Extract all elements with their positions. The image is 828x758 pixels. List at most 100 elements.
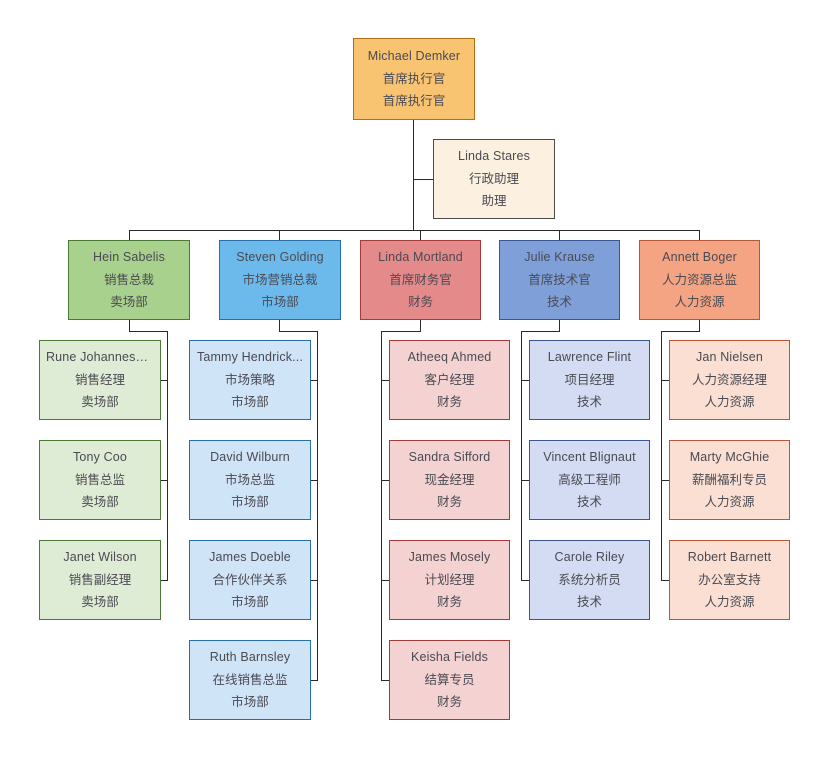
node-report-sales-3[interactable]: Janet Wilson 销售副经理 卖场部 [39,540,161,620]
connector-tech-head-elbow [521,331,560,332]
connector-ceo-spine [413,120,414,230]
node-report-hr-3[interactable]: Robert Barnett 办公室支持 人力资源 [669,540,790,620]
connector-finance-spine [381,331,382,681]
connector-marketing-spine [317,331,318,681]
node-department: 财务 [436,395,462,410]
connector-hr-head-elbow [661,331,700,332]
connector-marketing-stub-3 [310,580,318,581]
connector-assistant-stub [413,179,433,180]
org-chart-canvas: Michael Demker 首席执行官 首席执行官 Linda Stares … [0,0,828,758]
node-report-marketing-4[interactable]: Ruth Barnsley 在线销售总监 市场部 [189,640,311,720]
node-name: James Doeble [209,551,291,564]
node-title: 市场总监 [224,472,275,487]
node-assistant[interactable]: Linda Stares 行政助理 助理 [433,139,555,219]
node-department: 助理 [481,194,507,209]
node-title: 系统分析员 [558,572,621,587]
node-name: Atheeq Ahmed [407,351,492,364]
connector-marketing-stub-2 [310,480,318,481]
node-name: Jan Nielsen [696,351,763,364]
node-report-hr-2[interactable]: Marty McGhie 薪酬福利专员 人力资源 [669,440,790,520]
node-report-tech-1[interactable]: Lawrence Flint 项目经理 技术 [529,340,650,420]
connector-hr-spine [661,331,662,581]
node-title: 办公室支持 [698,572,761,587]
connector-sales-stub-2 [160,480,168,481]
connector-drop-tech [559,230,560,240]
node-department: 人力资源 [704,495,755,510]
node-title: 首席财务官 [389,272,452,287]
node-title: 高级工程师 [558,472,621,487]
node-title: 市场策略 [224,372,275,387]
node-department: 市场部 [231,595,269,610]
node-report-finance-2[interactable]: Sandra Sifford 现金经理 财务 [389,440,510,520]
node-name: David Wilburn [210,451,290,464]
node-division-head-tech[interactable]: Julie Krause 首席技术官 技术 [499,240,620,320]
node-department: 卖场部 [81,595,119,610]
node-name: Keisha Fields [411,651,488,664]
node-department: 人力资源 [704,595,755,610]
node-report-sales-2[interactable]: Tony Coo 销售总监 卖场部 [39,440,161,520]
node-ceo[interactable]: Michael Demker 首席执行官 首席执行官 [353,38,475,120]
node-department: 财务 [436,595,462,610]
node-title: 销售总监 [74,472,125,487]
node-department: 卖场部 [81,495,119,510]
node-name: Tammy Hendrick... [196,351,304,364]
connector-drop-finance [420,230,421,240]
node-title: 项目经理 [564,372,615,387]
node-title: 销售总裁 [103,272,154,287]
node-department: 人力资源 [674,295,725,310]
node-name: Vincent Blignaut [543,451,636,464]
node-title: 计划经理 [424,572,475,587]
node-report-marketing-3[interactable]: James Doeble 合作伙伴关系 市场部 [189,540,311,620]
node-name: Steven Golding [236,251,324,264]
connector-finance-head-elbow [381,331,421,332]
node-name: Hein Sabelis [93,251,165,264]
node-title: 现金经理 [424,472,475,487]
node-name: Rune Johannessen [46,351,154,364]
node-name: Lawrence Flint [547,351,632,364]
node-department: 市场部 [261,295,299,310]
node-title: 人力资源总监 [661,272,737,287]
connector-sales-stub-1 [160,380,168,381]
node-division-head-hr[interactable]: Annett Boger 人力资源总监 人力资源 [639,240,760,320]
node-department: 市场部 [231,695,269,710]
connector-sales-stub-3 [160,580,168,581]
connector-drop-marketing [279,230,280,240]
node-title: 结算专员 [424,672,475,687]
node-title: 薪酬福利专员 [691,472,767,487]
node-report-marketing-1[interactable]: Tammy Hendrick... 市场策略 市场部 [189,340,311,420]
node-title: 行政助理 [468,171,519,186]
node-name: Linda Mortland [378,251,463,264]
connector-marketing-stub-1 [310,380,318,381]
node-department: 财务 [407,295,433,310]
node-report-hr-1[interactable]: Jan Nielsen 人力资源经理 人力资源 [669,340,790,420]
node-division-head-sales[interactable]: Hein Sabelis 销售总裁 卖场部 [68,240,190,320]
node-department: 财务 [436,695,462,710]
connector-marketing-head-elbow [279,331,318,332]
node-division-head-marketing[interactable]: Steven Golding 市场营销总裁 市场部 [219,240,341,320]
node-report-tech-3[interactable]: Carole Riley 系统分析员 技术 [529,540,650,620]
node-department: 卖场部 [110,295,148,310]
node-report-sales-1[interactable]: Rune Johannessen 销售经理 卖场部 [39,340,161,420]
connector-division-bus [129,230,700,231]
node-name: Ruth Barnsley [209,651,291,664]
node-report-tech-2[interactable]: Vincent Blignaut 高级工程师 技术 [529,440,650,520]
connector-tech-spine [521,331,522,581]
node-title: 市场营销总裁 [242,272,318,287]
node-title: 人力资源经理 [691,372,767,387]
node-name: Annett Boger [662,251,737,264]
node-name: James Mosely [408,551,491,564]
node-department: 技术 [576,595,602,610]
node-division-head-finance[interactable]: Linda Mortland 首席财务官 财务 [360,240,481,320]
node-department: 卖场部 [81,395,119,410]
node-report-finance-4[interactable]: Keisha Fields 结算专员 财务 [389,640,510,720]
node-department: 首席执行官 [382,94,446,109]
node-report-finance-3[interactable]: James Mosely 计划经理 财务 [389,540,510,620]
node-department: 人力资源 [704,395,755,410]
node-department: 市场部 [231,395,269,410]
node-report-finance-1[interactable]: Atheeq Ahmed 客户经理 财务 [389,340,510,420]
node-name: Janet Wilson [63,551,137,564]
node-name: Julie Krause [524,251,595,264]
node-title: 首席执行官 [382,71,446,86]
node-report-marketing-2[interactable]: David Wilburn 市场总监 市场部 [189,440,311,520]
connector-sales-spine [167,331,168,581]
